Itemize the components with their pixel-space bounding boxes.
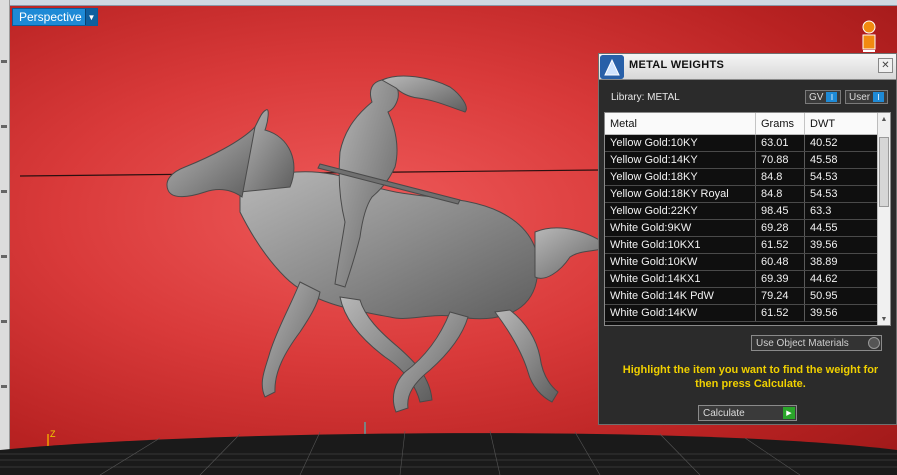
metal-cell: Yellow Gold:10KY bbox=[605, 135, 756, 151]
grams-cell: 61.52 bbox=[756, 305, 805, 321]
gizmo-icon[interactable] bbox=[857, 18, 881, 56]
dwt-cell: 45.58 bbox=[805, 152, 878, 168]
column-header-grams[interactable]: Grams bbox=[756, 113, 805, 134]
dwt-cell: 39.56 bbox=[805, 305, 878, 321]
grams-cell: 63.01 bbox=[756, 135, 805, 151]
table-row[interactable]: White Gold:10KX1 61.52 39.56 bbox=[605, 237, 878, 254]
grams-cell: 69.28 bbox=[756, 220, 805, 236]
metal-cell: White Gold:10KW bbox=[605, 254, 756, 270]
metal-cell: Yellow Gold:14KY bbox=[605, 152, 756, 168]
horse-rider-model[interactable] bbox=[150, 72, 610, 422]
column-header-dwt[interactable]: DWT bbox=[805, 113, 878, 134]
metal-cell: Yellow Gold:18KY Royal bbox=[605, 186, 756, 202]
metal-cell: White Gold:9KW bbox=[605, 220, 756, 236]
calculate-label: Calculate bbox=[703, 407, 745, 419]
table-row[interactable]: Yellow Gold:10KY 63.01 40.52 bbox=[605, 135, 878, 152]
view-mode-dropdown[interactable]: Perspective ▼ bbox=[12, 8, 98, 26]
use-object-materials-option[interactable]: Use Object Materials bbox=[751, 335, 882, 351]
grams-cell: 70.88 bbox=[756, 152, 805, 168]
grams-cell: 98.45 bbox=[756, 203, 805, 219]
dwt-cell: 40.52 bbox=[805, 135, 878, 151]
dwt-cell: 44.62 bbox=[805, 271, 878, 287]
table-body: Yellow Gold:10KY 63.01 40.52 Yellow Gold:14… bbox=[605, 135, 878, 322]
play-arrow-icon: ▶ bbox=[783, 407, 795, 419]
dwt-cell: 54.53 bbox=[805, 186, 878, 202]
gv-toggle[interactable]: GV I bbox=[805, 90, 841, 104]
grams-cell: 69.39 bbox=[756, 271, 805, 287]
table-row[interactable]: White Gold:10KW 60.48 38.89 bbox=[605, 254, 878, 271]
library-label: Library: METAL bbox=[611, 92, 680, 103]
dropdown-arrow-icon[interactable]: ▼ bbox=[85, 9, 97, 25]
app-logo-icon bbox=[600, 55, 624, 79]
table-row[interactable]: White Gold:14KW 61.52 39.56 bbox=[605, 305, 878, 322]
metal-cell: White Gold:10KX1 bbox=[605, 237, 756, 253]
gv-toggle-icon: I bbox=[826, 92, 838, 102]
column-header-metal[interactable]: Metal bbox=[605, 113, 756, 134]
table-scrollbar[interactable]: ▲ ▼ bbox=[877, 113, 890, 325]
table-row[interactable]: Yellow Gold:18KY 84.8 54.53 bbox=[605, 169, 878, 186]
metal-cell: Yellow Gold:18KY bbox=[605, 169, 756, 185]
dwt-cell: 50.95 bbox=[805, 288, 878, 304]
grams-cell: 61.52 bbox=[756, 237, 805, 253]
table-header: Metal Grams DWT bbox=[605, 113, 878, 135]
table-row[interactable]: Yellow Gold:14KY 70.88 45.58 bbox=[605, 152, 878, 169]
floor-grid bbox=[0, 430, 897, 475]
dwt-cell: 63.3 bbox=[805, 203, 878, 219]
use-object-materials-label: Use Object Materials bbox=[756, 337, 849, 349]
metal-cell: White Gold:14KW bbox=[605, 305, 756, 321]
grams-cell: 79.24 bbox=[756, 288, 805, 304]
metal-cell: White Gold:14KX1 bbox=[605, 271, 756, 287]
scroll-up-icon[interactable]: ▲ bbox=[878, 113, 890, 125]
metal-cell: Yellow Gold:22KY bbox=[605, 203, 756, 219]
grams-cell: 84.8 bbox=[756, 169, 805, 185]
table-row[interactable]: White Gold:14KX1 69.39 44.62 bbox=[605, 271, 878, 288]
panel-header[interactable]: METAL WEIGHTS ✕ bbox=[599, 54, 896, 80]
dwt-cell: 38.89 bbox=[805, 254, 878, 270]
gv-label: GV bbox=[809, 91, 824, 103]
grams-cell: 60.48 bbox=[756, 254, 805, 270]
metal-cell: White Gold:14K PdW bbox=[605, 288, 756, 304]
grams-cell: 84.8 bbox=[756, 186, 805, 202]
user-toggle[interactable]: User I bbox=[845, 90, 888, 104]
scroll-down-icon[interactable]: ▼ bbox=[878, 313, 890, 325]
dwt-cell: 44.55 bbox=[805, 220, 878, 236]
view-mode-label: Perspective bbox=[19, 10, 82, 24]
calculate-button[interactable]: Calculate ▶ bbox=[698, 405, 797, 421]
table-row[interactable]: White Gold:9KW 69.28 44.55 bbox=[605, 220, 878, 237]
table-row[interactable]: Yellow Gold:18KY Royal 84.8 54.53 bbox=[605, 186, 878, 203]
close-icon[interactable]: ✕ bbox=[878, 58, 893, 73]
instruction-text: Highlight the item you want to find the … bbox=[622, 364, 879, 390]
table-row[interactable]: Yellow Gold:22KY 98.45 63.3 bbox=[605, 203, 878, 220]
scrollbar-thumb[interactable] bbox=[879, 137, 889, 207]
table-row[interactable]: White Gold:14K PdW 79.24 50.95 bbox=[605, 288, 878, 305]
user-toggle-icon: I bbox=[873, 92, 885, 102]
use-object-materials-radio[interactable] bbox=[868, 337, 880, 349]
metal-weights-panel: METAL WEIGHTS ✕ Library: METAL GV I User… bbox=[598, 53, 897, 425]
user-label: User bbox=[849, 91, 871, 103]
panel-title: METAL WEIGHTS bbox=[629, 59, 725, 71]
metal-weights-table[interactable]: Metal Grams DWT Yellow Gold:10KY 63.01 40.… bbox=[604, 112, 891, 326]
dwt-cell: 54.53 bbox=[805, 169, 878, 185]
dwt-cell: 39.56 bbox=[805, 237, 878, 253]
